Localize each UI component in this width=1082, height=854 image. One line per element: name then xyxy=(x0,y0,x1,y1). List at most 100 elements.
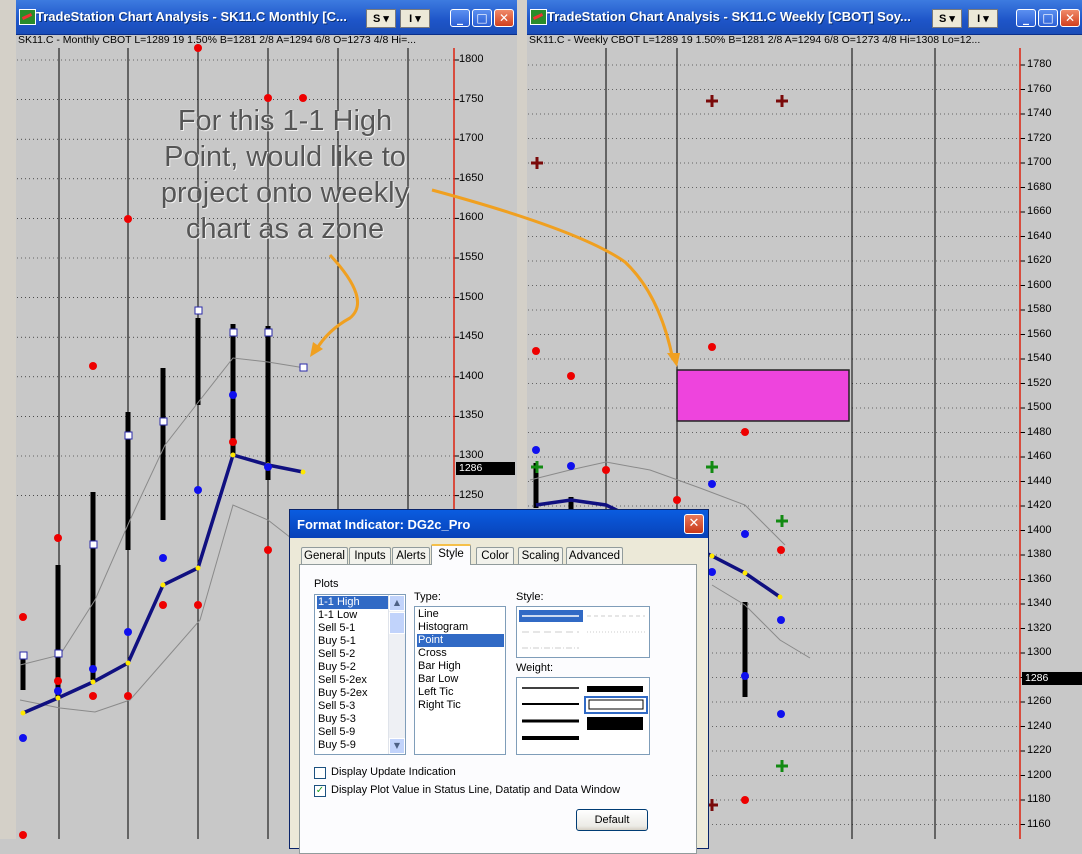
plots-label: Plots xyxy=(314,578,339,590)
display-update-label: Display Update Indication xyxy=(331,766,456,778)
type-list-item[interactable]: Line xyxy=(417,608,504,621)
type-list-item[interactable]: Left Tic xyxy=(417,686,504,699)
style-label: Style: xyxy=(516,591,544,603)
plot-list-item[interactable]: Buy 5-2ex xyxy=(317,687,388,700)
type-list-item[interactable]: Cross xyxy=(417,647,504,660)
price-tick-label: 1420 xyxy=(1027,499,1052,511)
plot-list-item[interactable]: Buy 5-9 xyxy=(317,739,388,752)
dialog-close-button[interactable]: ✕ xyxy=(684,514,704,534)
price-tick-label: 1660 xyxy=(1027,205,1052,217)
plot-list-item[interactable]: Sell 5-2 xyxy=(317,648,388,661)
annotation-line: chart as a zone xyxy=(185,213,385,245)
display-plot-value-checkbox[interactable]: ✓ xyxy=(314,785,326,797)
annotation-line: project onto weekly xyxy=(160,177,410,209)
type-list-item[interactable]: Point xyxy=(417,634,504,647)
price-tick-label: 1350 xyxy=(459,409,484,422)
type-listbox[interactable]: Line Histogram Point Cross Bar High Bar Low Le… xyxy=(414,606,506,755)
plots-listbox[interactable]: 1-1 High 1-1 Low Sell 5-1 Buy 5-1 Sell 5-2 Bu… xyxy=(314,594,406,755)
projected-zone-rectangle[interactable] xyxy=(676,369,850,422)
price-tick-label: 1480 xyxy=(1027,425,1052,438)
dialog-title-bar[interactable]: Format Indicator: DG2c_Pro ✕ xyxy=(290,510,708,538)
tab-style[interactable]: Style xyxy=(431,544,471,565)
price-tick-label: 1550 xyxy=(459,251,484,263)
scroll-up-icon[interactable]: ▲ xyxy=(389,595,405,611)
weight-label: Weight: xyxy=(516,662,554,674)
plot-list-item[interactable]: Buy 5-2 xyxy=(317,661,388,674)
type-list-item[interactable]: Bar Low xyxy=(417,673,504,686)
price-tick-label: 1600 xyxy=(1027,278,1052,291)
price-tick-label: 1320 xyxy=(1027,621,1052,634)
price-tick-label: 1800 xyxy=(459,53,484,65)
price-tick-label: 1300 xyxy=(1027,646,1052,658)
price-tick-label: 1260 xyxy=(1027,695,1052,707)
price-tick-label: 1220 xyxy=(1027,744,1052,756)
tab-inputs[interactable]: Inputs xyxy=(349,547,391,564)
price-tick-label: 1440 xyxy=(1027,474,1052,487)
type-list-item[interactable]: Right Tic xyxy=(417,699,504,712)
line-weight-options xyxy=(522,686,648,740)
price-tick-label: 1200 xyxy=(1027,768,1052,781)
window-edge-left xyxy=(0,0,16,839)
line-style-selector[interactable] xyxy=(516,606,650,658)
plot-list-item[interactable]: Buy 5-1 xyxy=(317,635,388,648)
plot-list-item[interactable]: Sell 5-9 xyxy=(317,726,388,739)
monthly-last-price-marker: 1286 xyxy=(456,462,515,475)
annotation-line: For this 1-1 High xyxy=(177,105,393,137)
plot-list-item[interactable]: 1-1 High xyxy=(317,596,388,609)
price-tick-label: 1600 xyxy=(459,211,484,224)
line-weight-selector[interactable] xyxy=(516,677,650,755)
type-label: Type: xyxy=(414,591,441,603)
price-tick-label: 1400 xyxy=(459,369,484,382)
line-style-options xyxy=(519,610,645,649)
tab-color[interactable]: Color xyxy=(476,547,514,564)
scroll-thumb[interactable] xyxy=(389,612,405,634)
dialog-title: Format Indicator: DG2c_Pro xyxy=(297,517,471,532)
tab-advanced[interactable]: Advanced xyxy=(566,547,623,564)
type-list-item[interactable]: Histogram xyxy=(417,621,504,634)
type-list-item[interactable]: Bar High xyxy=(417,660,504,673)
tab-alerts[interactable]: Alerts xyxy=(392,547,430,564)
price-tick-label: 1700 xyxy=(459,132,484,145)
price-tick-label: 1300 xyxy=(459,449,484,461)
price-tick-label: 1780 xyxy=(1027,58,1052,70)
plot-list-item[interactable]: Sell 5-2ex xyxy=(317,674,388,687)
plot-list-item[interactable]: Sell 5-1 xyxy=(317,622,388,635)
price-tick-label: 1380 xyxy=(1027,548,1052,560)
price-tick-label: 1760 xyxy=(1027,82,1052,95)
display-update-checkbox[interactable] xyxy=(314,767,326,779)
plot-list-item[interactable]: 1-1 Low xyxy=(317,609,388,622)
price-tick-label: 1750 xyxy=(459,92,484,105)
price-tick-label: 1240 xyxy=(1027,719,1052,732)
price-tick-label: 1500 xyxy=(459,290,484,303)
price-tick-label: 1580 xyxy=(1027,303,1052,315)
plot-list-item[interactable]: Buy 5-3 xyxy=(317,713,388,726)
display-plot-value-label: Display Plot Value in Status Line, Datat… xyxy=(331,784,621,796)
style-tab-panel: Plots 1-1 High 1-1 Low Sell 5-1 Buy 5-1 Sell… xyxy=(299,564,697,854)
plot-list-item[interactable]: Sell 5-3 xyxy=(317,700,388,713)
price-tick-label: 1360 xyxy=(1027,572,1052,585)
price-tick-label: 1740 xyxy=(1027,107,1052,119)
plots-scrollbar[interactable]: ▲ ▼ xyxy=(388,595,405,754)
tab-scaling[interactable]: Scaling xyxy=(518,547,563,564)
format-indicator-dialog: Format Indicator: DG2c_Pro ✕ General Inp… xyxy=(289,509,709,854)
price-tick-label: 1650 xyxy=(459,171,484,184)
price-tick-label: 1340 xyxy=(1027,597,1052,609)
price-tick-label: 1500 xyxy=(1027,401,1052,413)
weekly-last-price-marker: 1286 xyxy=(1022,672,1082,685)
tab-general[interactable]: General xyxy=(301,547,348,564)
price-tick-label: 1540 xyxy=(1027,352,1052,364)
price-tick-label: 1720 xyxy=(1027,131,1052,144)
price-tick-label: 1520 xyxy=(1027,376,1052,389)
price-tick-label: 1560 xyxy=(1027,327,1052,340)
price-tick-label: 1460 xyxy=(1027,450,1052,462)
annotation-line: Point, would like to xyxy=(164,141,406,173)
price-tick-label: 1180 xyxy=(1027,793,1051,805)
price-tick-label: 1450 xyxy=(459,330,484,343)
price-tick-label: 1400 xyxy=(1027,523,1052,536)
price-tick-label: 1640 xyxy=(1027,229,1052,242)
price-tick-label: 1680 xyxy=(1027,180,1052,193)
default-button[interactable]: Default xyxy=(576,809,648,831)
price-tick-label: 1700 xyxy=(1027,156,1052,168)
scroll-down-icon[interactable]: ▼ xyxy=(389,738,405,754)
price-tick-label: 1250 xyxy=(459,488,484,501)
